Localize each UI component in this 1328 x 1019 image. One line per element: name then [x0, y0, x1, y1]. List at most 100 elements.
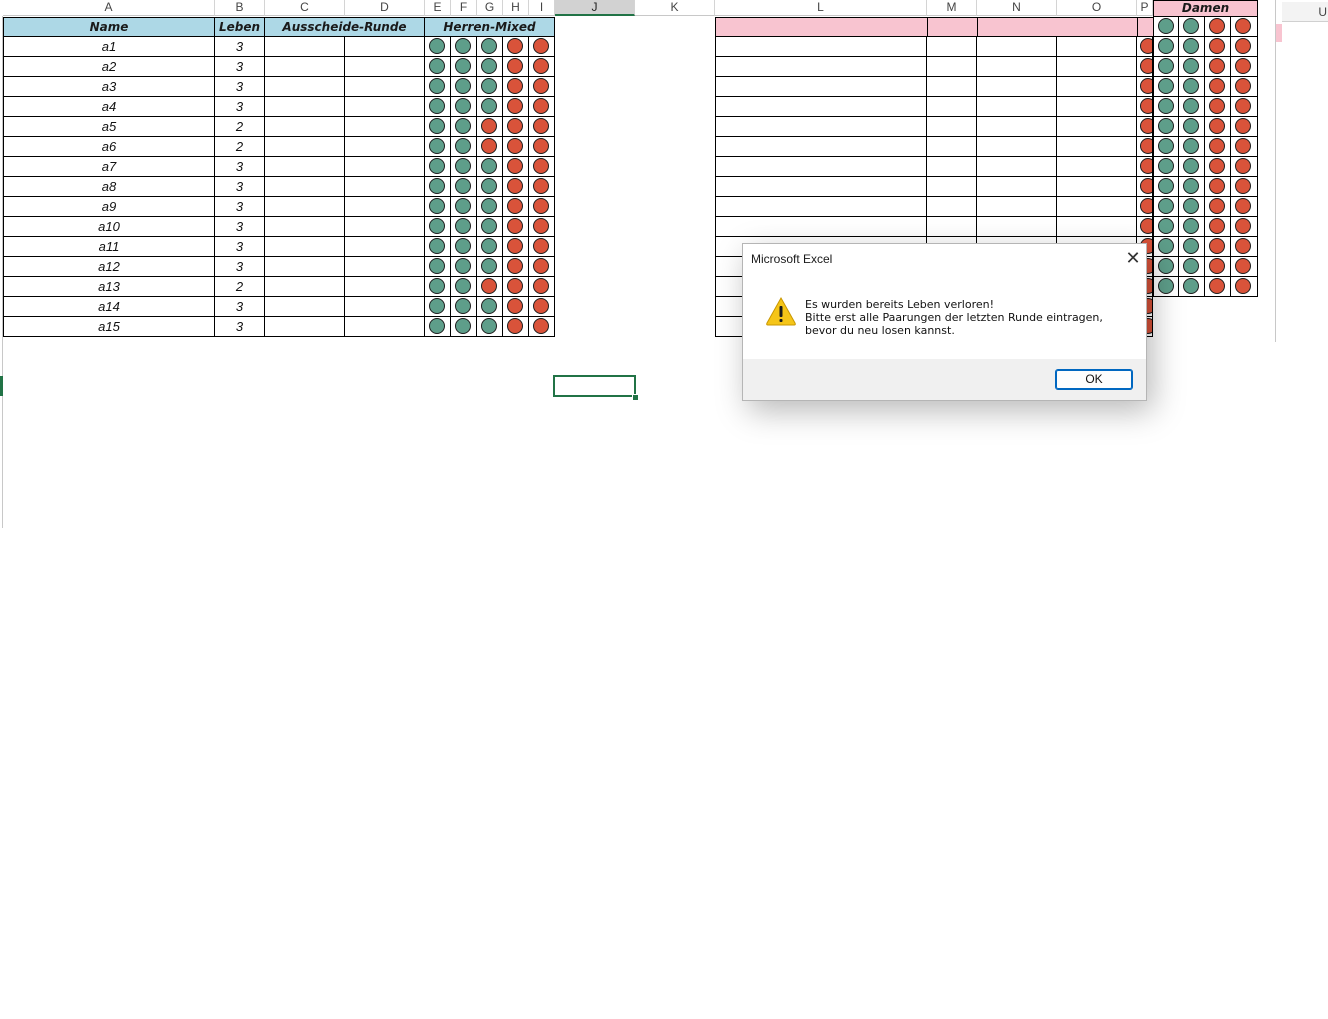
life-cell[interactable]	[529, 77, 555, 97]
column-header-d[interactable]: D	[345, 0, 425, 16]
life-cell[interactable]	[451, 237, 477, 257]
column-header-k[interactable]: K	[635, 0, 715, 16]
column-header-u[interactable]: U	[1282, 2, 1328, 22]
right-life-cell[interactable]	[1137, 157, 1153, 177]
life-cell[interactable]	[503, 237, 529, 257]
right-life-cell[interactable]	[1137, 177, 1153, 197]
damen-life-cell[interactable]	[1231, 157, 1258, 177]
header-herren-mixed[interactable]: Herren-Mixed	[425, 17, 555, 37]
close-icon[interactable]: ✕	[1123, 249, 1143, 269]
right-table-cell[interactable]	[927, 117, 977, 137]
life-cell[interactable]	[451, 37, 477, 57]
damen-life-cell[interactable]	[1179, 217, 1205, 237]
damen-life-cell[interactable]	[1179, 117, 1205, 137]
right-life-cell[interactable]	[1137, 217, 1153, 237]
right-table-cell[interactable]	[977, 97, 1057, 117]
life-cell[interactable]	[477, 197, 503, 217]
damen-life-cell[interactable]	[1205, 217, 1231, 237]
damen-life-cell[interactable]	[1153, 157, 1179, 177]
damen-life-cell[interactable]	[1153, 97, 1179, 117]
life-cell[interactable]	[529, 297, 555, 317]
header-lives[interactable]: Leben	[215, 17, 265, 37]
round-cell-c[interactable]	[265, 57, 345, 77]
life-cell[interactable]	[425, 237, 451, 257]
life-cell[interactable]	[425, 177, 451, 197]
damen-life-cell[interactable]	[1231, 217, 1258, 237]
round-cell-c[interactable]	[265, 237, 345, 257]
life-cell[interactable]	[529, 117, 555, 137]
life-cell[interactable]	[503, 317, 529, 337]
round-cell-c[interactable]	[265, 137, 345, 157]
life-cell[interactable]	[503, 97, 529, 117]
life-cell[interactable]	[529, 257, 555, 277]
right-life-cell[interactable]	[1137, 57, 1153, 77]
life-cell[interactable]	[503, 197, 529, 217]
round-cell-c[interactable]	[265, 97, 345, 117]
right-table-cell[interactable]	[1057, 217, 1137, 237]
player-lives-cell[interactable]: 3	[215, 257, 265, 277]
player-lives-cell[interactable]: 3	[215, 297, 265, 317]
life-cell[interactable]	[503, 177, 529, 197]
right-table-cell[interactable]	[1057, 37, 1137, 57]
life-cell[interactable]	[425, 297, 451, 317]
column-header-m[interactable]: M	[927, 0, 977, 16]
life-cell[interactable]	[529, 217, 555, 237]
damen-life-cell[interactable]	[1179, 237, 1205, 257]
damen-life-cell[interactable]	[1153, 177, 1179, 197]
fill-handle[interactable]	[632, 394, 639, 401]
damen-life-cell[interactable]	[1205, 137, 1231, 157]
player-name-cell[interactable]: a1	[3, 37, 215, 57]
life-cell[interactable]	[477, 177, 503, 197]
round-cell-d[interactable]	[345, 177, 425, 197]
right-table-cell[interactable]	[927, 197, 977, 217]
life-cell[interactable]	[477, 237, 503, 257]
right-table-cell[interactable]	[1057, 97, 1137, 117]
damen-life-cell[interactable]	[1205, 57, 1231, 77]
life-cell[interactable]	[425, 277, 451, 297]
player-lives-cell[interactable]: 3	[215, 177, 265, 197]
life-cell[interactable]	[451, 77, 477, 97]
damen-life-cell[interactable]	[1205, 17, 1231, 37]
damen-life-cell[interactable]	[1205, 177, 1231, 197]
right-table-cell[interactable]	[927, 217, 977, 237]
right-table-cell[interactable]	[715, 157, 927, 177]
player-lives-cell[interactable]: 3	[215, 217, 265, 237]
damen-life-cell[interactable]	[1231, 37, 1258, 57]
life-cell[interactable]	[477, 117, 503, 137]
round-cell-d[interactable]	[345, 117, 425, 137]
damen-life-cell[interactable]	[1179, 277, 1205, 297]
right-table-cell[interactable]	[715, 197, 927, 217]
right-table-cell[interactable]	[977, 137, 1057, 157]
damen-life-cell[interactable]	[1231, 97, 1258, 117]
damen-life-cell[interactable]	[1231, 137, 1258, 157]
column-header-j[interactable]: J	[555, 0, 635, 16]
damen-life-cell[interactable]	[1153, 17, 1179, 37]
right-life-cell[interactable]	[1137, 117, 1153, 137]
column-header-c[interactable]: C	[265, 0, 345, 16]
player-lives-cell[interactable]: 2	[215, 117, 265, 137]
life-cell[interactable]	[425, 77, 451, 97]
damen-life-cell[interactable]	[1205, 197, 1231, 217]
life-cell[interactable]	[451, 277, 477, 297]
right-table-cell[interactable]	[927, 157, 977, 177]
damen-life-cell[interactable]	[1153, 37, 1179, 57]
life-cell[interactable]	[529, 157, 555, 177]
player-lives-cell[interactable]: 3	[215, 77, 265, 97]
life-cell[interactable]	[529, 177, 555, 197]
damen-life-cell[interactable]	[1205, 157, 1231, 177]
right-table-cell[interactable]	[927, 97, 977, 117]
life-cell[interactable]	[425, 157, 451, 177]
player-lives-cell[interactable]: 3	[215, 237, 265, 257]
player-name-cell[interactable]: a9	[3, 197, 215, 217]
player-name-cell[interactable]: a11	[3, 237, 215, 257]
round-cell-d[interactable]	[345, 157, 425, 177]
right-table-cell[interactable]	[1057, 177, 1137, 197]
life-cell[interactable]	[529, 97, 555, 117]
life-cell[interactable]	[529, 137, 555, 157]
round-cell-d[interactable]	[345, 257, 425, 277]
right-life-cell[interactable]	[1137, 77, 1153, 97]
life-cell[interactable]	[451, 197, 477, 217]
life-cell[interactable]	[477, 157, 503, 177]
player-lives-cell[interactable]: 3	[215, 37, 265, 57]
damen-life-cell[interactable]	[1231, 57, 1258, 77]
